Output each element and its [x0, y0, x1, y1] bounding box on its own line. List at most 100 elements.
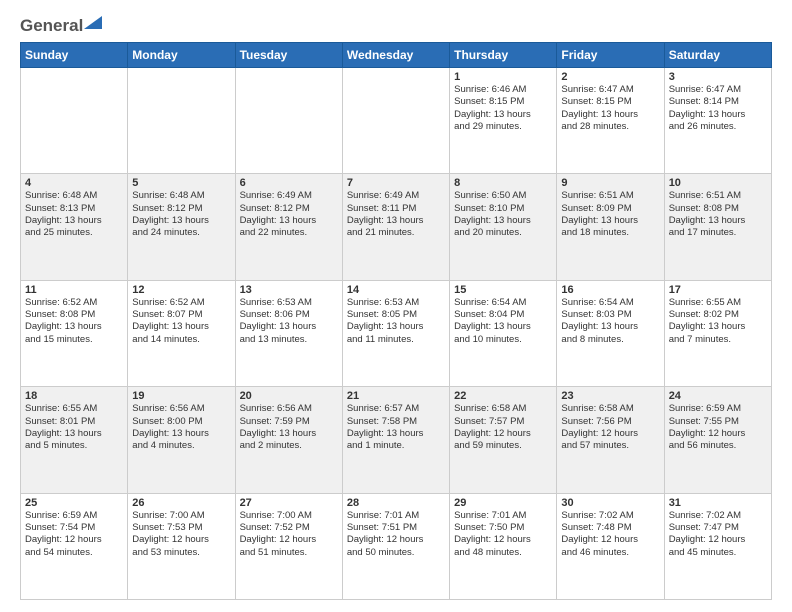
day-info: and 18 minutes.	[561, 227, 659, 239]
day-number: 4	[25, 177, 123, 189]
day-info: and 28 minutes.	[561, 121, 659, 133]
weekday-header-row: SundayMondayTuesdayWednesdayThursdayFrid…	[21, 43, 772, 68]
day-info: Sunset: 8:03 PM	[561, 309, 659, 321]
day-number: 8	[454, 177, 552, 189]
day-number: 22	[454, 390, 552, 402]
day-info: Daylight: 13 hours	[132, 215, 230, 227]
day-info: Sunrise: 6:58 AM	[454, 403, 552, 415]
weekday-header-saturday: Saturday	[664, 43, 771, 68]
day-number: 30	[561, 497, 659, 509]
calendar-cell: 10Sunrise: 6:51 AMSunset: 8:08 PMDayligh…	[664, 174, 771, 280]
day-number: 24	[669, 390, 767, 402]
day-number: 20	[240, 390, 338, 402]
day-info: and 57 minutes.	[561, 440, 659, 452]
day-info: Daylight: 13 hours	[132, 321, 230, 333]
day-info: and 20 minutes.	[454, 227, 552, 239]
day-info: Sunrise: 6:47 AM	[561, 84, 659, 96]
day-info: Sunset: 8:15 PM	[454, 96, 552, 108]
day-info: and 48 minutes.	[454, 547, 552, 559]
logo: General	[20, 16, 102, 34]
day-info: Daylight: 12 hours	[347, 534, 445, 546]
day-info: Sunrise: 7:02 AM	[669, 510, 767, 522]
calendar-cell: 1Sunrise: 6:46 AMSunset: 8:15 PMDaylight…	[450, 68, 557, 174]
day-number: 16	[561, 284, 659, 296]
day-info: Daylight: 12 hours	[669, 428, 767, 440]
day-info: and 17 minutes.	[669, 227, 767, 239]
day-info: Daylight: 13 hours	[669, 215, 767, 227]
day-info: and 11 minutes.	[347, 334, 445, 346]
day-info: Daylight: 13 hours	[454, 215, 552, 227]
day-info: Sunrise: 6:49 AM	[240, 190, 338, 202]
calendar-cell	[235, 68, 342, 174]
day-info: Sunset: 8:11 PM	[347, 203, 445, 215]
day-info: Daylight: 13 hours	[25, 428, 123, 440]
day-info: Daylight: 13 hours	[669, 109, 767, 121]
calendar-cell: 18Sunrise: 6:55 AMSunset: 8:01 PMDayligh…	[21, 387, 128, 493]
day-info: Sunset: 7:47 PM	[669, 522, 767, 534]
day-info: Sunrise: 7:01 AM	[454, 510, 552, 522]
day-number: 7	[347, 177, 445, 189]
day-info: and 7 minutes.	[669, 334, 767, 346]
calendar-cell: 27Sunrise: 7:00 AMSunset: 7:52 PMDayligh…	[235, 493, 342, 599]
day-number: 13	[240, 284, 338, 296]
day-info: Daylight: 13 hours	[25, 321, 123, 333]
calendar-week-2: 4Sunrise: 6:48 AMSunset: 8:13 PMDaylight…	[21, 174, 772, 280]
day-info: Sunset: 8:15 PM	[561, 96, 659, 108]
day-info: Sunrise: 7:00 AM	[132, 510, 230, 522]
day-info: and 25 minutes.	[25, 227, 123, 239]
day-number: 14	[347, 284, 445, 296]
day-info: Sunset: 7:56 PM	[561, 416, 659, 428]
calendar-cell: 14Sunrise: 6:53 AMSunset: 8:05 PMDayligh…	[342, 280, 449, 386]
day-info: Sunset: 7:59 PM	[240, 416, 338, 428]
day-number: 19	[132, 390, 230, 402]
day-info: Daylight: 13 hours	[25, 215, 123, 227]
day-info: and 26 minutes.	[669, 121, 767, 133]
calendar-cell: 7Sunrise: 6:49 AMSunset: 8:11 PMDaylight…	[342, 174, 449, 280]
weekday-header-wednesday: Wednesday	[342, 43, 449, 68]
day-info: Sunrise: 6:56 AM	[240, 403, 338, 415]
day-info: and 8 minutes.	[561, 334, 659, 346]
day-info: and 59 minutes.	[454, 440, 552, 452]
day-info: and 13 minutes.	[240, 334, 338, 346]
day-number: 3	[669, 71, 767, 83]
calendar-cell: 25Sunrise: 6:59 AMSunset: 7:54 PMDayligh…	[21, 493, 128, 599]
day-info: and 21 minutes.	[347, 227, 445, 239]
day-info: Sunrise: 7:01 AM	[347, 510, 445, 522]
day-info: Sunset: 8:08 PM	[25, 309, 123, 321]
calendar-cell: 16Sunrise: 6:54 AMSunset: 8:03 PMDayligh…	[557, 280, 664, 386]
day-info: Daylight: 12 hours	[454, 428, 552, 440]
day-info: and 24 minutes.	[132, 227, 230, 239]
day-info: Sunset: 7:53 PM	[132, 522, 230, 534]
weekday-header-thursday: Thursday	[450, 43, 557, 68]
day-info: Sunrise: 6:49 AM	[347, 190, 445, 202]
day-info: Sunrise: 6:55 AM	[25, 403, 123, 415]
day-info: Sunrise: 6:55 AM	[669, 297, 767, 309]
day-info: Daylight: 13 hours	[561, 321, 659, 333]
day-info: and 56 minutes.	[669, 440, 767, 452]
day-info: and 46 minutes.	[561, 547, 659, 559]
day-number: 18	[25, 390, 123, 402]
day-info: Sunrise: 6:48 AM	[25, 190, 123, 202]
calendar-cell: 15Sunrise: 6:54 AMSunset: 8:04 PMDayligh…	[450, 280, 557, 386]
calendar-cell: 4Sunrise: 6:48 AMSunset: 8:13 PMDaylight…	[21, 174, 128, 280]
day-info: Sunset: 7:57 PM	[454, 416, 552, 428]
calendar-cell: 22Sunrise: 6:58 AMSunset: 7:57 PMDayligh…	[450, 387, 557, 493]
day-info: Sunrise: 6:50 AM	[454, 190, 552, 202]
day-number: 28	[347, 497, 445, 509]
day-info: Sunrise: 6:59 AM	[25, 510, 123, 522]
day-info: Sunset: 8:04 PM	[454, 309, 552, 321]
day-info: Sunset: 7:58 PM	[347, 416, 445, 428]
weekday-header-monday: Monday	[128, 43, 235, 68]
day-info: Sunset: 8:12 PM	[240, 203, 338, 215]
day-info: Daylight: 13 hours	[561, 109, 659, 121]
day-info: Sunset: 7:50 PM	[454, 522, 552, 534]
day-info: and 53 minutes.	[132, 547, 230, 559]
calendar-week-1: 1Sunrise: 6:46 AMSunset: 8:15 PMDaylight…	[21, 68, 772, 174]
weekday-header-friday: Friday	[557, 43, 664, 68]
day-info: Daylight: 13 hours	[561, 215, 659, 227]
day-info: Sunset: 7:52 PM	[240, 522, 338, 534]
day-info: Sunrise: 6:53 AM	[240, 297, 338, 309]
day-info: Daylight: 13 hours	[669, 321, 767, 333]
day-info: Sunset: 7:51 PM	[347, 522, 445, 534]
calendar-cell: 6Sunrise: 6:49 AMSunset: 8:12 PMDaylight…	[235, 174, 342, 280]
